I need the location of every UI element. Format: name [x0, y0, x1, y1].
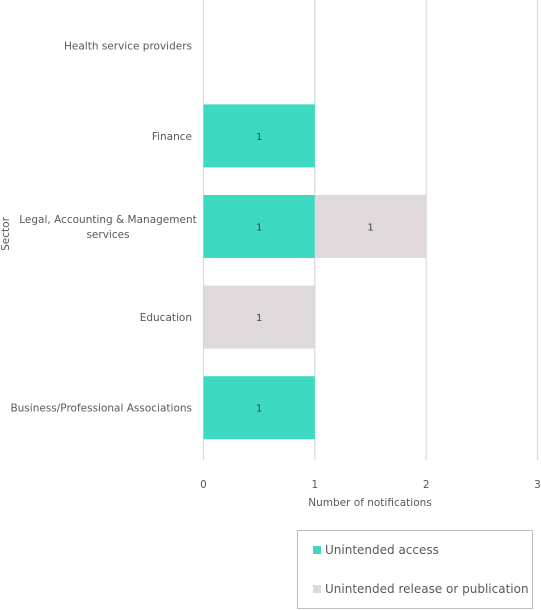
bar-data-label: 1: [256, 223, 262, 234]
bar-data-label: 1: [256, 132, 262, 143]
legend-swatch: [313, 546, 321, 554]
x-tick-label: 2: [423, 479, 430, 491]
category-label: Health service providers: [64, 40, 192, 52]
category-label: Education: [140, 312, 192, 324]
y-axis-title: Sector: [0, 216, 12, 250]
legend-item-unintended-access: Unintended access: [313, 543, 439, 557]
bar-data-label: 1: [367, 223, 373, 234]
bar-data-label: 1: [256, 313, 262, 324]
bar-chart: 1 1 1 1 1 Health service providers Finance Leg…: [0, 0, 541, 509]
legend-label: Unintended release or publication: [325, 582, 529, 596]
category-labels: Health service providers Finance Legal, Ac…: [10, 40, 196, 414]
category-label: Legal, Accounting & Management services: [19, 214, 196, 241]
legend-label: Unintended access: [325, 543, 439, 557]
legend-swatch: [313, 585, 321, 593]
x-tick-label: 0: [200, 479, 207, 491]
legend: Unintended access Unintended release or …: [297, 530, 533, 609]
x-tick-labels: 0 1 2 3: [200, 479, 541, 491]
category-label: Finance: [152, 131, 192, 143]
category-label: Business/Professional Associations: [10, 403, 192, 415]
x-tick-label: 1: [311, 479, 318, 491]
legend-item-unintended-release: Unintended release or publication: [313, 582, 529, 596]
x-tick-label: 3: [534, 479, 541, 491]
bar-data-label: 1: [256, 404, 262, 415]
x-axis-title: Number of notifications: [308, 497, 432, 509]
